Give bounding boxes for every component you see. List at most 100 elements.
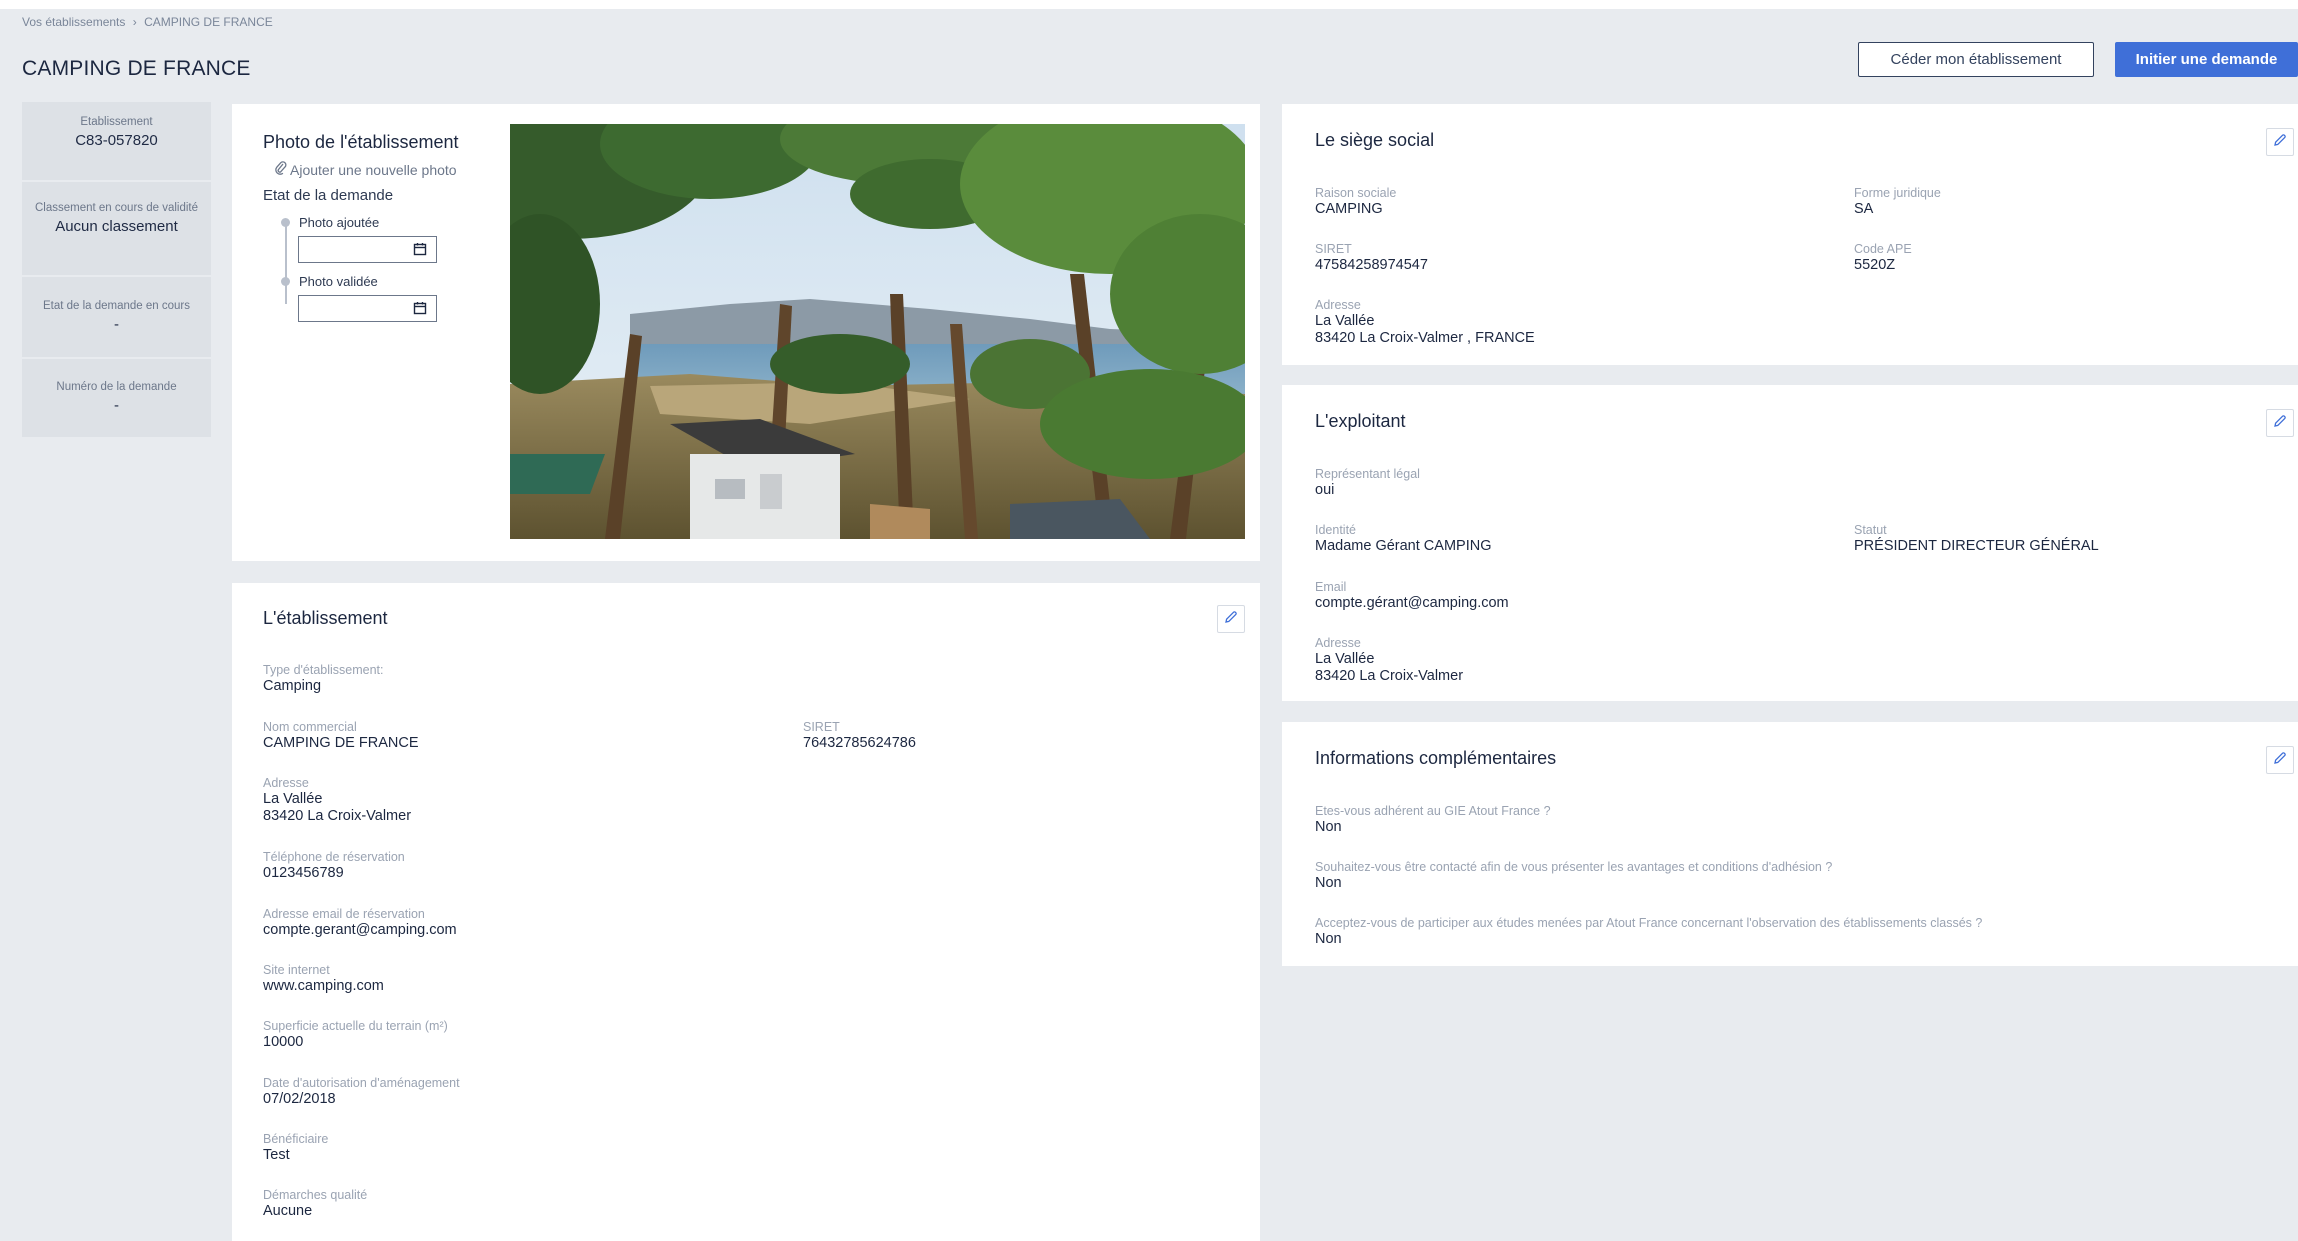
field-label: Statut <box>1854 523 1887 537</box>
field-nom-commercial: Nom commercial CAMPING DE FRANCE <box>263 720 419 752</box>
field-value: CAMPING DE FRANCE <box>263 735 419 751</box>
field-value: Non <box>1315 875 1342 891</box>
etablissement-card: L'établissement Type d'établissement: Ca… <box>232 583 1260 1241</box>
ceder-etablissement-button[interactable]: Céder mon établissement <box>1858 42 2094 77</box>
field-site-internet: Site internet www.camping.com <box>263 963 384 995</box>
field-label: Téléphone de réservation <box>263 850 405 864</box>
field-superficie: Superficie actuelle du terrain (m²) 1000… <box>263 1019 448 1051</box>
field-label: Date d'autorisation d'aménagement <box>263 1076 460 1090</box>
field-value: CAMPING <box>1315 201 1383 217</box>
exploitant-card: L'exploitant Représentant légal oui Iden… <box>1282 385 2298 701</box>
sidebar-item-label: Numéro de la demande <box>56 381 177 393</box>
field-value: Non <box>1315 819 1342 835</box>
field-forme-juridique: Forme juridique SA <box>1854 186 1941 218</box>
timeline-dot <box>281 218 290 227</box>
field-raison-sociale: Raison sociale CAMPING <box>1315 186 1396 218</box>
field-label: Démarches qualité <box>263 1188 368 1202</box>
field-value: Non <box>1315 931 1342 947</box>
field-value: 5520Z <box>1854 257 1896 273</box>
calendar-icon[interactable] <box>413 301 427 320</box>
field-label: Adresse <box>1315 298 1361 312</box>
field-value: Aucune <box>263 1203 313 1219</box>
field-exploitant-adresse: Adresse La Vallée 83420 La Croix-Valmer <box>1315 636 1463 685</box>
field-type-etablissement: Type d'établissement: Camping <box>263 663 384 695</box>
field-label: Adresse email de réservation <box>263 907 425 921</box>
step-photo-validee-label: Photo validée <box>299 274 378 289</box>
photo-ajoutee-date-input[interactable] <box>298 236 437 263</box>
timeline-line <box>285 224 287 304</box>
field-label: Etes-vous adhérent au GIE Atout France ? <box>1315 804 1551 818</box>
edit-informations-button[interactable] <box>2266 746 2294 774</box>
pencil-icon <box>2273 133 2287 152</box>
field-label: Type d'établissement: <box>263 663 384 677</box>
photo-validee-date-input[interactable] <box>298 295 437 322</box>
field-label: Forme juridique <box>1854 186 1941 200</box>
field-contact-adhesion: Souhaitez-vous être contacté afin de vou… <box>1315 860 1832 892</box>
field-value: 47584258974547 <box>1315 257 1428 273</box>
field-value: La Vallée <box>263 791 323 807</box>
pencil-icon <box>2273 414 2287 433</box>
pencil-icon <box>2273 751 2287 770</box>
field-email-reservation: Adresse email de réservation compte.gera… <box>263 907 457 939</box>
calendar-icon[interactable] <box>413 242 427 261</box>
sidebar-item-value: C83-057820 <box>75 132 158 149</box>
field-label: Code APE <box>1854 242 1912 256</box>
field-label: Email <box>1315 580 1347 594</box>
field-label: Souhaitez-vous être contacté afin de vou… <box>1315 860 1833 874</box>
field-adresse: Adresse La Vallée 83420 La Croix-Valmer <box>263 776 411 825</box>
sidebar-item-etat-demande: Etat de la demande en cours - <box>22 277 211 359</box>
field-label: Site internet <box>263 963 330 977</box>
sidebar-item-classement: Classement en cours de validité Aucun cl… <box>22 182 211 277</box>
field-participation-etudes: Acceptez-vous de participer aux études m… <box>1315 916 1982 948</box>
field-siret: SIRET 76432785624786 <box>803 720 916 752</box>
step-photo-ajoutee-label: Photo ajoutée <box>299 215 380 230</box>
field-value: La Vallée <box>1315 313 1375 329</box>
field-telephone: Téléphone de réservation 0123456789 <box>263 850 405 882</box>
siege-social-card: Le siège social Raison sociale CAMPING F… <box>1282 104 2298 365</box>
sidebar-summary: Etablissement C83-057820 Classement en c… <box>22 102 211 439</box>
field-value: 83420 La Croix-Valmer , FRANCE <box>1315 330 1535 346</box>
edit-siege-social-button[interactable] <box>2266 128 2294 156</box>
field-statut: Statut PRÉSIDENT DIRECTEUR GÉNÉRAL <box>1854 523 2099 555</box>
field-value: Test <box>263 1147 290 1163</box>
field-label: Représentant légal <box>1315 467 1420 481</box>
sidebar-item-value: - <box>114 316 119 333</box>
field-identite: Identité Madame Gérant CAMPING <box>1315 523 1491 555</box>
page-background: Vos établissements › CAMPING DE FRANCE C… <box>0 9 2298 1241</box>
photo-card: Photo de l'établissement Ajouter une nou… <box>232 104 1260 561</box>
breadcrumb-link-etablissements[interactable]: Vos établissements <box>22 15 125 29</box>
field-representant-legal: Représentant légal oui <box>1315 467 1420 499</box>
field-label: Adresse <box>263 776 309 790</box>
field-value: 0123456789 <box>263 865 344 881</box>
field-value: 10000 <box>263 1034 304 1050</box>
field-exploitant-email: Email compte.gérant@camping.com <box>1315 580 1509 612</box>
field-value: 07/02/2018 <box>263 1091 336 1107</box>
field-value: compte.gerant@camping.com <box>263 922 457 938</box>
field-code-ape: Code APE 5520Z <box>1854 242 1912 274</box>
sidebar-item-value: - <box>114 397 119 414</box>
pencil-icon <box>1224 610 1238 629</box>
field-label: Acceptez-vous de participer aux études m… <box>1315 916 1983 930</box>
etablissement-card-title: L'établissement <box>263 608 388 628</box>
add-photo-link[interactable]: Ajouter une nouvelle photo <box>275 161 457 178</box>
initier-demande-button[interactable]: Initier une demande <box>2115 42 2298 77</box>
field-beneficiaire: Bénéficiaire Test <box>263 1132 328 1164</box>
field-date-autorisation: Date d'autorisation d'aménagement 07/02/… <box>263 1076 460 1108</box>
field-label: Identité <box>1315 523 1357 537</box>
sidebar-item-label: Classement en cours de validité <box>35 202 198 214</box>
breadcrumb: Vos établissements › CAMPING DE FRANCE <box>22 15 273 29</box>
field-value: PRÉSIDENT DIRECTEUR GÉNÉRAL <box>1854 538 2099 554</box>
field-siege-adresse: Adresse La Vallée 83420 La Croix-Valmer … <box>1315 298 1535 347</box>
field-value: La Vallée <box>1315 651 1375 667</box>
sidebar-item-numero-demande: Numéro de la demande - <box>22 359 211 439</box>
sidebar-item-label: Etablissement <box>80 116 153 128</box>
edit-etablissement-button[interactable] <box>1217 605 1245 633</box>
breadcrumb-separator: › <box>132 15 137 29</box>
field-label: Bénéficiaire <box>263 1132 329 1146</box>
exploitant-card-title: L'exploitant <box>1315 411 1406 431</box>
sidebar-item-etablissement: Etablissement C83-057820 <box>22 102 211 182</box>
field-value: www.camping.com <box>263 978 384 994</box>
field-label: SIRET <box>1315 242 1352 256</box>
edit-exploitant-button[interactable] <box>2266 409 2294 437</box>
page-title: CAMPING DE FRANCE <box>22 57 251 80</box>
